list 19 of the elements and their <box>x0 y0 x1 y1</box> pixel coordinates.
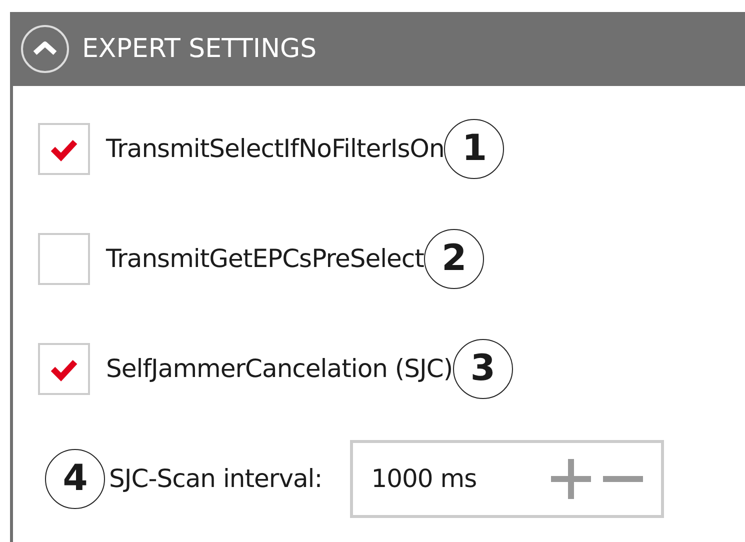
callout-number: 2 <box>424 229 484 289</box>
chevron-icon <box>20 24 70 74</box>
interval-label: SJC-Scan interval: <box>109 463 322 496</box>
callout-number: 1 <box>444 119 504 179</box>
checkbox[interactable] <box>38 123 90 175</box>
callout-number: 3 <box>452 339 513 399</box>
interval-spinner[interactable]: 1000 ms <box>350 440 664 518</box>
option-label: SelfJammerCancelation (SJC) <box>106 353 453 386</box>
option-label: TransmitSelectIfNoFilterIsOn <box>106 133 444 166</box>
checkbox[interactable] <box>38 233 90 285</box>
section-title: EXPERT SETTINGS <box>82 32 317 66</box>
decrement-button[interactable] <box>601 475 646 483</box>
callout-number: 4 <box>45 449 105 509</box>
plus-icon <box>549 457 594 501</box>
checkbox[interactable] <box>38 343 90 395</box>
collapse-toggle-button[interactable] <box>20 24 70 74</box>
increment-button[interactable] <box>549 457 594 501</box>
minus-icon <box>601 475 646 483</box>
option-label: TransmitGetEPCsPreSelect <box>106 243 424 276</box>
